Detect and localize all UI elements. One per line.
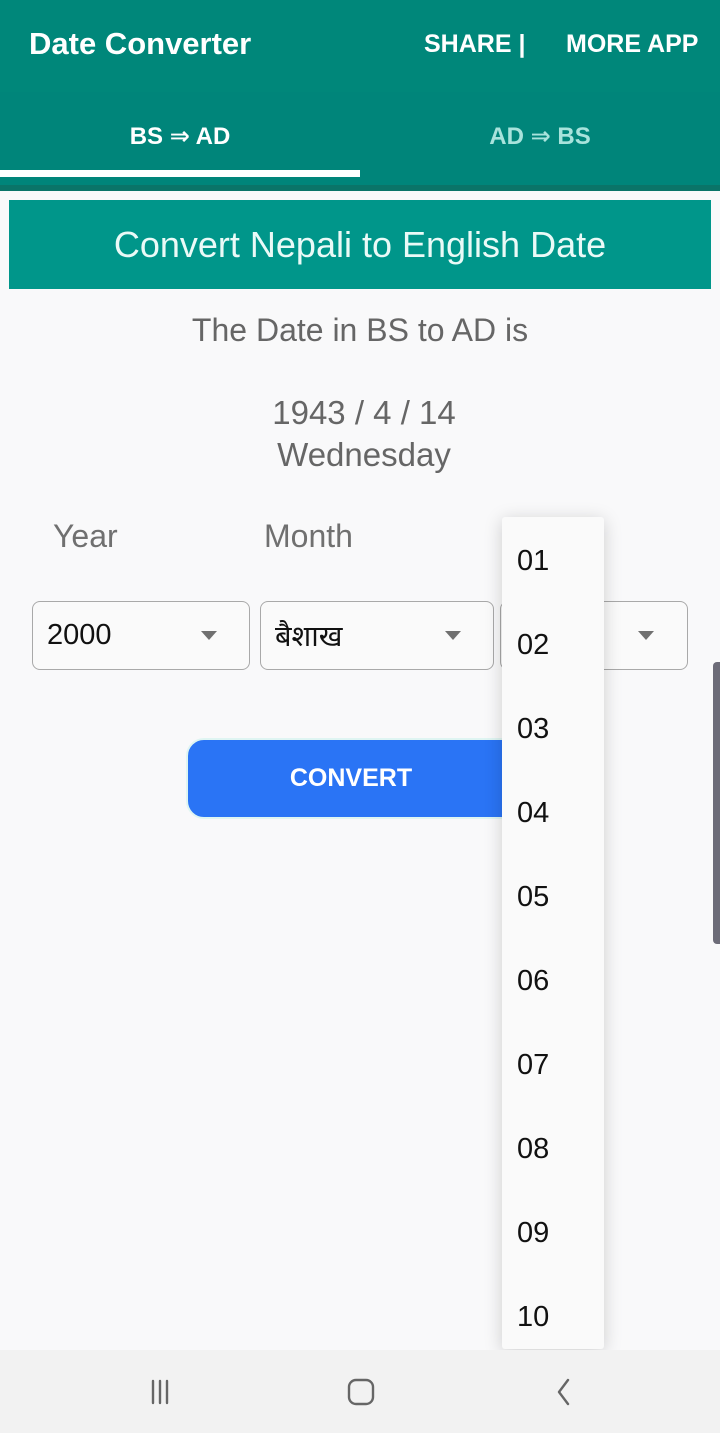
result-weekday: Wednesday <box>277 436 451 473</box>
dropdown-option[interactable]: 10 <box>502 1273 604 1349</box>
tab-bar: BS ⇒ AD AD ⇒ BS <box>0 92 720 191</box>
dropdown-option[interactable]: 06 <box>502 937 604 1021</box>
year-select[interactable]: 2000 <box>32 601 250 670</box>
active-tab-indicator <box>0 170 360 177</box>
dropdown-option[interactable]: 07 <box>502 1021 604 1105</box>
app-bar: Date Converter SHARE | MORE APP <box>0 0 720 92</box>
dropdown-option[interactable]: 02 <box>502 601 604 685</box>
dropdown-option[interactable]: 08 <box>502 1105 604 1189</box>
dropdown-arrow-icon <box>445 631 461 640</box>
more-app-button[interactable]: MORE APP <box>566 30 698 59</box>
dropdown-arrow-icon <box>638 631 654 640</box>
banner-title: Convert Nepali to English Date <box>113 223 607 265</box>
month-value: बैशाख <box>275 621 343 653</box>
recent-apps-icon[interactable] <box>140 1374 180 1410</box>
dropdown-arrow-icon <box>201 631 217 640</box>
app-title: Date Converter <box>29 26 252 61</box>
tab-ad-to-bs[interactable]: AD ⇒ BS <box>360 92 720 191</box>
back-icon[interactable] <box>544 1374 584 1410</box>
convert-button[interactable]: CONVERT <box>186 738 526 819</box>
convert-label: CONVERT <box>289 764 413 792</box>
result-label: The Date in BS to AD is <box>191 312 529 348</box>
dropdown-option[interactable]: 03 <box>502 685 604 769</box>
year-label: Year <box>53 518 118 554</box>
section-banner: Convert Nepali to English Date <box>9 200 711 289</box>
year-value: 2000 <box>47 619 112 651</box>
system-nav-bar <box>0 1350 720 1433</box>
dropdown-option[interactable]: 09 <box>502 1189 604 1273</box>
month-select[interactable]: बैशाख <box>260 601 494 670</box>
month-label: Month <box>264 518 353 554</box>
dropdown-option[interactable]: 05 <box>502 853 604 937</box>
dropdown-option[interactable]: 01 <box>502 517 604 601</box>
dropdown-option[interactable]: 04 <box>502 769 604 853</box>
tab-divider <box>0 185 720 191</box>
home-icon[interactable] <box>341 1374 381 1410</box>
scrollbar[interactable] <box>713 662 720 944</box>
day-dropdown-menu: 01 02 03 04 05 06 07 08 09 10 <box>502 517 604 1349</box>
share-button[interactable]: SHARE | <box>424 30 525 59</box>
result-date: 1943 / 4 / 14 <box>272 394 456 431</box>
